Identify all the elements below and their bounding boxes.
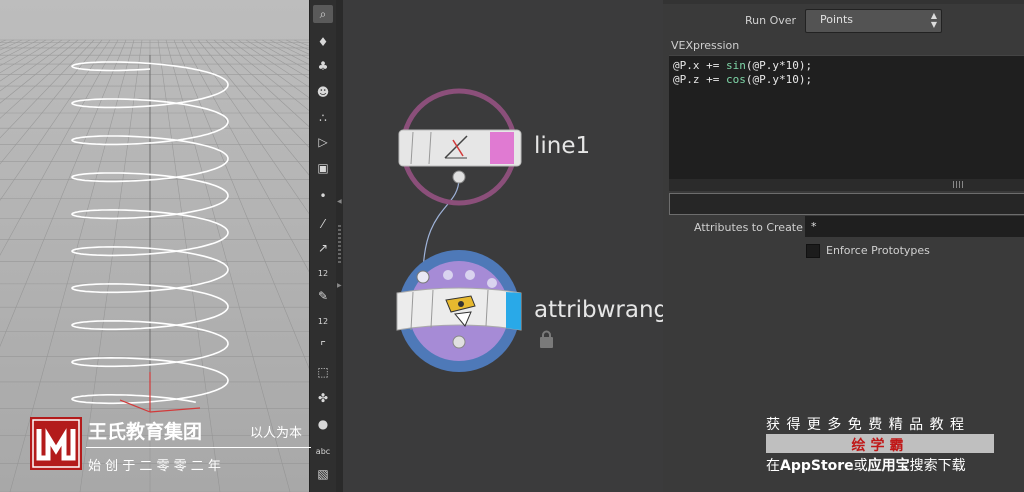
vexpression-label: VEXpression — [671, 39, 740, 52]
spot-light-icon[interactable]: ♣ — [313, 57, 333, 75]
company-name: 王氏教育集团 — [88, 421, 203, 443]
circle-icon[interactable]: ● — [313, 415, 333, 433]
number-tool-icon[interactable]: 12 — [313, 263, 333, 281]
angle-icon[interactable]: ⌜ — [313, 337, 333, 355]
input-port — [416, 270, 430, 284]
image-icon[interactable]: ▧ — [313, 465, 333, 483]
point-icon[interactable]: • — [313, 187, 333, 205]
light-icon[interactable]: ♦ — [313, 33, 333, 51]
promo-download-text: 在AppStore或应用宝搜索下载 — [766, 458, 966, 474]
lock-icon — [540, 330, 553, 348]
eye-cone-icon[interactable]: ▷ — [313, 133, 333, 151]
pin-icon[interactable]: ↗ — [313, 239, 333, 257]
attributes-label: Attributes to Create — [694, 221, 803, 234]
code-line-1: @P.x += sin(@P.y*10); — [673, 59, 813, 72]
paint-icon[interactable]: ✎ — [313, 287, 333, 305]
run-over-label: Run Over — [745, 14, 797, 27]
company-slogan: 以人为本 — [250, 426, 303, 441]
pane-splitter[interactable]: ◀ ▶ — [336, 0, 343, 492]
promo-title: 获 得 更 多 免 费 精 品 教 程 — [766, 417, 966, 433]
display-flag — [490, 132, 514, 164]
vex-code-editor[interactable]: @P.x += sin(@P.y*10); @P.z += cos(@P.y*1… — [669, 55, 1024, 180]
network-editor[interactable]: line1 attribwrang — [343, 0, 663, 492]
node-label-line1[interactable]: line1 — [534, 133, 590, 159]
output-port-2 — [452, 335, 466, 349]
splitter-grip[interactable] — [338, 225, 341, 265]
output-port — [452, 170, 466, 184]
attributes-input[interactable]: * — [805, 216, 1024, 237]
magnifier-icon[interactable]: ⌕ — [313, 5, 333, 23]
editor-resize-bar[interactable] — [669, 179, 1024, 191]
watermark-divider — [86, 447, 311, 448]
text-tool-icon[interactable]: abc — [313, 441, 333, 459]
run-over-value: Points — [820, 13, 854, 26]
code-line-2: @P.z += cos(@P.y*10); — [673, 73, 813, 86]
network-canvas — [396, 88, 553, 372]
viewport-toolbar: ⌕ ♦ ♣ ☻ ∴ ▷ ▣ • ⁄ ↗ 12 ✎ 12 ⌜ ⬚ ✤ ● abc ▧ — [309, 0, 337, 492]
founded-text: 始 创 于 二 零 零 二 年 — [88, 459, 221, 474]
attributes-value: * — [811, 220, 817, 233]
promo-app-banner: 绘学霸 — [766, 434, 994, 454]
empty-text-field[interactable] — [669, 193, 1024, 215]
brush-icon[interactable]: ⁄ — [313, 215, 333, 233]
move-icon[interactable]: ✤ — [313, 389, 333, 407]
enforce-prototypes-label: Enforce Prototypes — [826, 244, 930, 257]
wangshi-logo — [30, 417, 82, 470]
transform-box-icon[interactable]: ⬚ — [313, 363, 333, 381]
display-flag-2 — [506, 292, 521, 330]
number-badge: 12 — [317, 269, 329, 278]
camera-icon[interactable]: ▣ — [313, 159, 333, 177]
node-line1[interactable] — [398, 88, 522, 206]
node-label-attribwrangle[interactable]: attribwrang — [534, 297, 663, 323]
up-down-arrows-icon: ▲ ▼ — [930, 11, 937, 29]
enforce-prototypes-checkbox[interactable] — [806, 244, 820, 258]
resize-grip-icon[interactable] — [953, 181, 965, 188]
numbered-paint-icon[interactable]: 12 — [313, 311, 333, 329]
three-spheres-icon[interactable]: ∴ — [313, 109, 333, 127]
run-over-select[interactable]: Points ▲ ▼ — [805, 9, 942, 33]
skull-icon[interactable]: ☻ — [313, 83, 333, 101]
node-attribwrangle[interactable] — [396, 250, 522, 372]
number-badge-2: 12 — [317, 317, 329, 326]
promo-app-name: 绘学霸 — [851, 438, 909, 454]
